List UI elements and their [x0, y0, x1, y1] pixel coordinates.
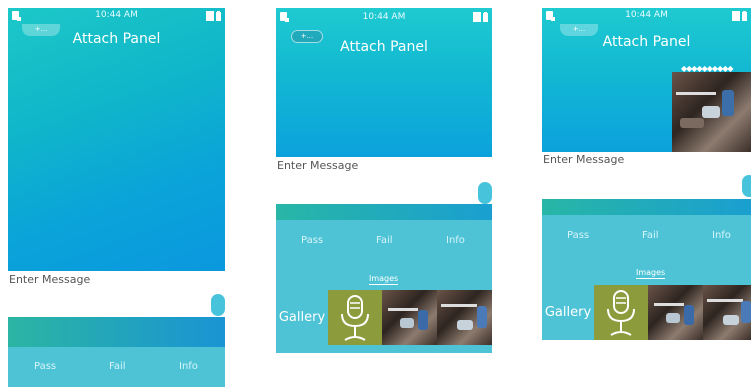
attached-image-preview[interactable]: [672, 72, 751, 152]
image-strip: Gallery: [276, 290, 492, 345]
attach-panel: Pass Fail Info: [8, 347, 225, 387]
message-input[interactable]: Enter Message: [9, 273, 90, 286]
thumb-photo-1[interactable]: [382, 290, 437, 345]
battery-icon: [732, 11, 747, 21]
screen-attach-panel-closed: 10:44 AM +... Attach Panel Enter Message…: [8, 8, 225, 387]
status-bar: 10:44 AM: [8, 8, 225, 24]
gallery-button[interactable]: Gallery: [276, 290, 328, 345]
tab-info[interactable]: Info: [446, 235, 465, 246]
gallery-button[interactable]: Gallery: [542, 285, 594, 340]
status-time: 10:44 AM: [362, 12, 406, 22]
tab-fail[interactable]: Fail: [642, 230, 659, 241]
tab-pass[interactable]: Pass: [301, 235, 323, 246]
tab-pass[interactable]: Pass: [34, 361, 56, 372]
thumb-photo-2[interactable]: [437, 290, 492, 345]
panel-strip: [542, 199, 751, 215]
background-gradient: [8, 8, 225, 271]
attach-panel: Pass Fail Info Images Gallery: [542, 215, 751, 340]
tab-info[interactable]: Info: [712, 230, 731, 241]
thumb-microphone[interactable]: [328, 290, 382, 345]
tab-info[interactable]: Info: [179, 361, 198, 372]
tab-pass[interactable]: Pass: [567, 230, 589, 241]
panel-strip: [276, 204, 492, 220]
tab-fail[interactable]: Fail: [109, 361, 126, 372]
microphone-icon: [341, 295, 369, 341]
battery-icon: [206, 11, 221, 21]
page-title: Attach Panel: [340, 39, 428, 55]
attach-panel: Pass Fail Info Images Gallery: [276, 220, 492, 353]
status-time: 10:44 AM: [95, 10, 138, 20]
screen-attach-panel-open: 10:44 AM +... Attach Panel Enter Message…: [276, 8, 492, 353]
panel-strip: [8, 317, 225, 347]
screen-attach-panel-preview: 10:44 AM +... Attach Panel ◆◆◆◆◆◆◆◆◆◆ En…: [542, 8, 751, 340]
status-time: 10:44 AM: [625, 10, 668, 20]
thumb-microphone[interactable]: [594, 285, 648, 340]
tab-images[interactable]: Images: [369, 274, 399, 285]
status-bar: 10:44 AM: [276, 8, 492, 24]
thumb-photo-2[interactable]: [703, 285, 751, 340]
image-strip: Gallery: [542, 285, 751, 340]
microphone-icon: [607, 290, 635, 336]
send-button[interactable]: [478, 182, 492, 204]
status-bar: 10:44 AM: [542, 8, 751, 24]
battery-icon: [473, 12, 488, 22]
thumb-photo-1[interactable]: [648, 285, 703, 340]
tab-fail[interactable]: Fail: [376, 235, 393, 246]
tab-images[interactable]: Images: [636, 268, 666, 279]
send-button[interactable]: [211, 294, 225, 316]
message-input[interactable]: Enter Message: [543, 153, 624, 166]
page-title: Attach Panel: [602, 34, 691, 50]
dotted-divider: ◆◆◆◆◆◆◆◆◆◆: [681, 64, 734, 73]
message-input[interactable]: Enter Message: [277, 159, 358, 172]
page-title: Attach Panel: [72, 31, 161, 47]
send-button[interactable]: [742, 175, 751, 197]
